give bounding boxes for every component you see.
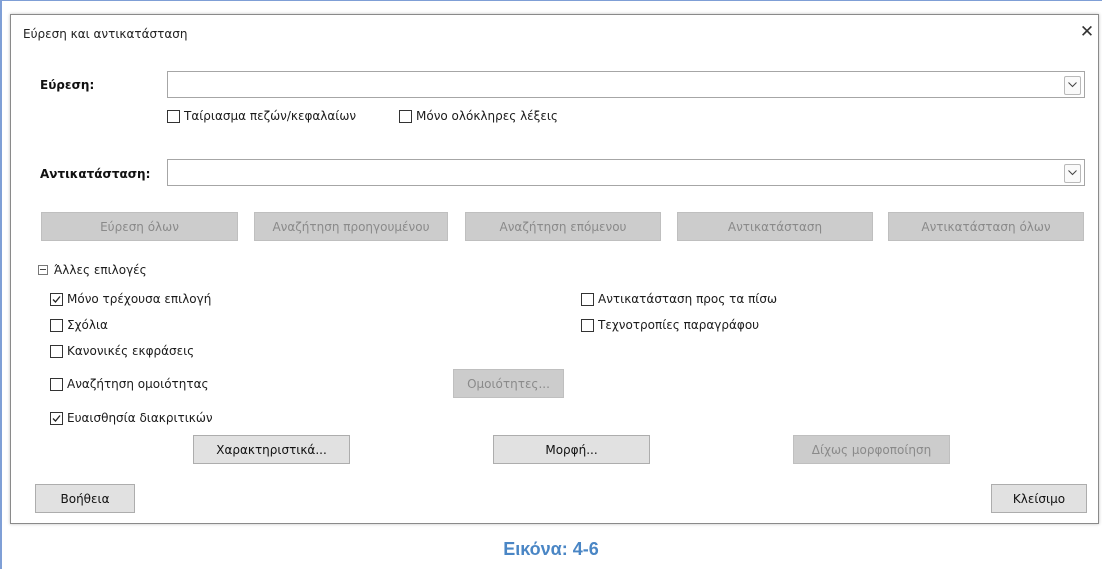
- checkbox-box[interactable]: [50, 292, 63, 306]
- format-button[interactable]: Μορφή...: [493, 435, 650, 464]
- current-selection-only-checkbox[interactable]: Μόνο τρέχουσα επιλογή: [50, 292, 211, 306]
- replace-label: Αντικατάσταση:: [40, 167, 151, 181]
- page-top-border: [0, 0, 1102, 1]
- checkbox-box[interactable]: [581, 318, 594, 332]
- find-replace-dialog: Εύρεση και αντικατάσταση ✕ Εύρεση: Ταίρι…: [10, 14, 1099, 524]
- diacritics-sensitive-label: Ευαισθησία διακριτικών: [67, 411, 213, 425]
- checkbox-box[interactable]: [50, 377, 63, 391]
- whole-words-checkbox[interactable]: Μόνο ολόκληρες λέξεις: [399, 109, 558, 123]
- paragraph-styles-label: Τεχνοτροπίες παραγράφου: [598, 318, 760, 332]
- chevron-down-icon: [1068, 170, 1077, 176]
- find-combobox[interactable]: [167, 71, 1085, 98]
- no-format-button[interactable]: Δίχως μορφοποίηση: [793, 435, 950, 464]
- find-dropdown-button[interactable]: [1064, 76, 1081, 95]
- attributes-button[interactable]: Χαρακτηριστικά...: [193, 435, 350, 464]
- find-all-button[interactable]: Εύρεση όλων: [41, 212, 238, 241]
- similarity-search-checkbox[interactable]: Αναζήτηση ομοιότητας: [50, 377, 209, 391]
- comments-checkbox[interactable]: Σχόλια: [50, 318, 108, 332]
- similarities-button[interactable]: Ομοιότητες...: [453, 369, 564, 398]
- replace-backwards-checkbox[interactable]: Αντικατάσταση προς τα πίσω: [581, 292, 777, 306]
- dialog-title: Εύρεση και αντικατάσταση: [23, 27, 188, 41]
- checkbox-box[interactable]: [399, 109, 412, 123]
- checkbox-box[interactable]: [167, 109, 180, 123]
- regular-expressions-label: Κανονικές εκφράσεις: [67, 344, 195, 358]
- page-left-border: [0, 0, 2, 569]
- checkbox-box[interactable]: [50, 318, 63, 332]
- regular-expressions-checkbox[interactable]: Κανονικές εκφράσεις: [50, 344, 194, 358]
- help-button[interactable]: Βοήθεια: [35, 484, 135, 513]
- checkmark-icon: [52, 295, 61, 303]
- replace-button[interactable]: Αντικατάσταση: [677, 212, 873, 241]
- match-case-checkbox[interactable]: Ταίριασμα πεζών/κεφαλαίων: [167, 109, 356, 123]
- chevron-down-icon: [1068, 82, 1077, 88]
- close-button[interactable]: Κλείσιμο: [991, 484, 1087, 513]
- find-next-button[interactable]: Αναζήτηση επόμενου: [465, 212, 661, 241]
- find-label: Εύρεση:: [40, 78, 95, 92]
- diacritics-sensitive-checkbox[interactable]: Ευαισθησία διακριτικών: [50, 411, 213, 425]
- checkbox-box[interactable]: [50, 411, 63, 425]
- close-icon[interactable]: ✕: [1076, 20, 1098, 44]
- current-selection-only-label: Μόνο τρέχουσα επιλογή: [67, 292, 212, 306]
- checkbox-box[interactable]: [50, 344, 63, 358]
- other-options-expander[interactable]: Άλλες επιλογές: [38, 263, 147, 277]
- other-options-header: Άλλες επιλογές: [54, 263, 147, 277]
- comments-label: Σχόλια: [67, 318, 108, 332]
- similarity-search-label: Αναζήτηση ομοιότητας: [67, 377, 209, 391]
- replace-dropdown-button[interactable]: [1064, 164, 1081, 183]
- replace-backwards-label: Αντικατάσταση προς τα πίσω: [598, 292, 778, 306]
- whole-words-label: Μόνο ολόκληρες λέξεις: [416, 109, 558, 123]
- find-previous-button[interactable]: Αναζήτηση προηγουμένου: [254, 212, 448, 241]
- replace-all-button[interactable]: Αντικατάσταση όλων: [888, 212, 1084, 241]
- checkmark-icon: [52, 414, 61, 422]
- figure-caption: Εικόνα: 4-6: [503, 539, 599, 559]
- match-case-label: Ταίριασμα πεζών/κεφαλαίων: [184, 109, 357, 123]
- checkbox-box[interactable]: [581, 292, 594, 306]
- paragraph-styles-checkbox[interactable]: Τεχνοτροπίες παραγράφου: [581, 318, 759, 332]
- replace-combobox[interactable]: [167, 159, 1085, 186]
- collapse-icon[interactable]: [38, 265, 48, 275]
